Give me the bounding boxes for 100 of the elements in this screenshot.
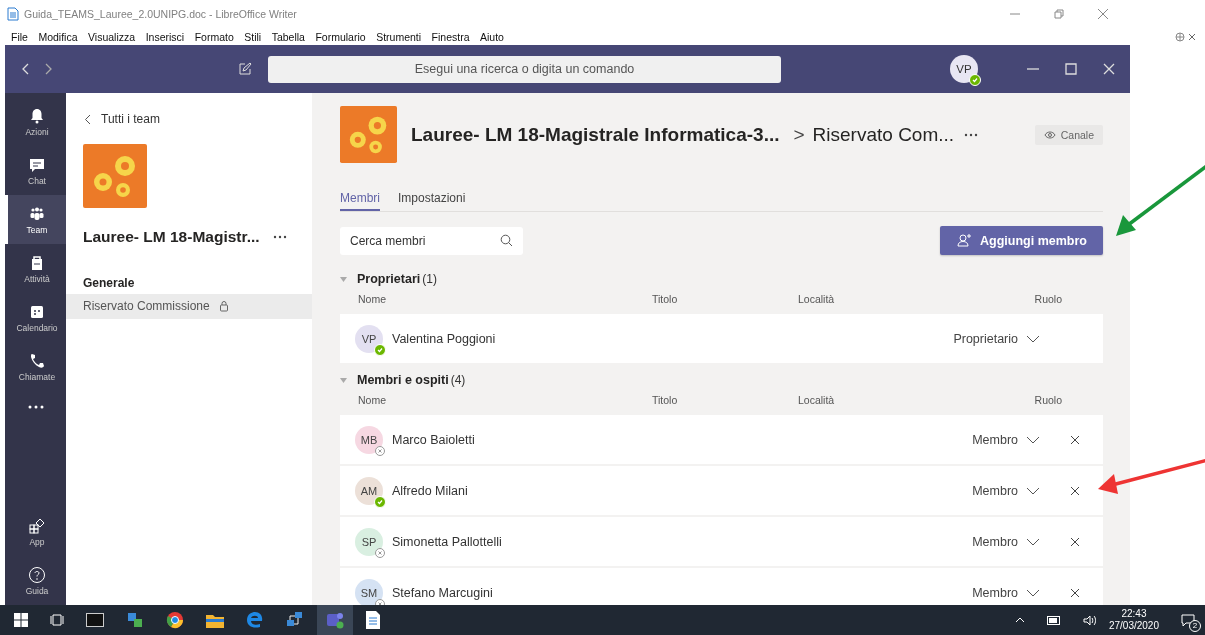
chat-app-icon[interactable] <box>326 611 344 629</box>
group-title: Proprietari <box>357 272 421 286</box>
rail-item[interactable]: Azioni <box>5 97 66 146</box>
menu-item[interactable]: Stili <box>244 30 262 43</box>
phone-icon <box>28 351 46 370</box>
menu-item[interactable]: Tabella <box>271 30 305 43</box>
volume-icon[interactable] <box>1082 614 1097 626</box>
menu-item[interactable]: Strumenti <box>376 30 422 43</box>
channel-view-button[interactable]: Canale <box>1034 124 1103 145</box>
menu-item[interactable]: Finestra <box>431 30 470 43</box>
column-header: Ruolo <box>1034 394 1062 406</box>
role-dropdown[interactable]: Membro <box>972 432 1040 447</box>
search-field[interactable]: Esegui una ricerca o digita un comando <box>268 55 781 83</box>
role-dropdown[interactable]: Membro <box>972 534 1040 549</box>
column-header: Ruolo <box>1034 293 1062 305</box>
member-row[interactable]: SM Stefano Marcugini Membro <box>340 568 1103 605</box>
member-avatar: SM <box>355 578 383 605</box>
rail-item[interactable]: Attività <box>5 244 66 293</box>
member-row[interactable]: AM Alfredo Milani Membro <box>340 466 1103 515</box>
window-title: Guida_TEAMS_Lauree_2.0UNIPG.doc - LibreOffice Writer <box>24 8 297 20</box>
maximize-icon[interactable] <box>1064 62 1078 76</box>
column-header: Località <box>798 293 836 305</box>
channel-item[interactable]: Riservato Commissione <box>66 294 312 319</box>
browser-icon[interactable] <box>166 611 184 629</box>
help-icon <box>28 565 46 584</box>
app-icon[interactable] <box>126 611 144 629</box>
group-title: Membri e ospiti <box>357 373 449 387</box>
task-view-icon[interactable] <box>50 613 64 627</box>
rail-item[interactable]: Chat <box>5 146 66 195</box>
document-icon[interactable] <box>366 611 380 629</box>
menu-item[interactable]: Modifica <box>38 30 78 43</box>
chevron-down-icon <box>1026 334 1040 343</box>
add-person-icon <box>957 234 973 247</box>
member-name: Valentina Poggioni <box>392 331 496 346</box>
profile-avatar[interactable]: VP <box>950 55 978 83</box>
rail-item[interactable]: Chiamate <box>5 342 66 391</box>
group-count: (4) <box>450 373 466 387</box>
team-logo <box>340 106 397 163</box>
more-icon[interactable] <box>26 405 45 409</box>
column-header: Nome <box>358 293 387 305</box>
remove-icon[interactable] <box>1070 536 1080 547</box>
team-name: Lauree- LM 18-Magistr... <box>83 228 260 246</box>
close-icon[interactable] <box>1189 33 1195 40</box>
search-icon <box>500 234 513 247</box>
remove-icon[interactable] <box>1070 587 1080 598</box>
remove-icon[interactable] <box>1070 485 1080 496</box>
chevron-down-icon <box>1026 588 1040 597</box>
chevron-left-icon <box>84 113 91 125</box>
role-dropdown[interactable]: Proprietario <box>953 331 1040 346</box>
menu-item[interactable]: Aiuto <box>480 30 504 43</box>
member-row[interactable]: VP Valentina Poggioni Proprietario <box>340 314 1103 363</box>
breadcrumb-separator: > <box>793 123 805 146</box>
chevron-down-icon <box>1026 435 1040 444</box>
rail-item[interactable]: Calendario <box>5 293 66 342</box>
menu-item[interactable]: Formato <box>194 30 234 43</box>
chevron-up-icon[interactable] <box>1014 617 1025 623</box>
rail-item[interactable]: Guida <box>5 556 66 605</box>
rail-item[interactable]: App <box>5 507 66 556</box>
network-icon[interactable] <box>286 611 304 629</box>
tab[interactable]: Membri <box>340 191 380 211</box>
team-logo <box>83 144 147 208</box>
notification-icon[interactable] <box>1181 613 1195 627</box>
more-icon[interactable] <box>964 132 979 137</box>
more-icon[interactable] <box>272 235 287 239</box>
terminal-icon[interactable] <box>86 613 104 627</box>
battery-icon[interactable] <box>1046 615 1061 625</box>
start-icon[interactable] <box>14 613 28 627</box>
role-dropdown[interactable]: Membro <box>972 585 1040 600</box>
globe-icon[interactable] <box>1174 31 1185 42</box>
search-field[interactable]: Cerca membri <box>340 226 523 255</box>
role-dropdown[interactable]: Membro <box>972 483 1040 498</box>
column-header: Località <box>798 394 836 406</box>
column-header: Titolo <box>652 394 679 406</box>
tab[interactable]: Impostazioni <box>398 191 466 211</box>
member-name: Simonetta Pallottelli <box>392 534 502 549</box>
eye-icon <box>1043 130 1056 139</box>
menu-item[interactable]: File <box>11 30 28 43</box>
bell-icon <box>28 106 46 125</box>
member-name: Marco Baioletti <box>392 432 475 447</box>
count-badge: 2 <box>1189 619 1201 632</box>
close-icon[interactable] <box>1097 8 1109 20</box>
document-icon <box>7 7 19 21</box>
compose-icon[interactable] <box>238 62 252 76</box>
chevron-down-icon <box>1026 537 1040 546</box>
forward-icon[interactable] <box>45 63 53 75</box>
menu-item[interactable]: Formulario <box>315 30 366 43</box>
add-member-button[interactable]: Aggiungi membro <box>940 226 1103 255</box>
clock[interactable]: 22:43 27/03/2020 <box>1108 608 1159 632</box>
back-link[interactable]: Tutti i team <box>84 112 312 126</box>
member-row[interactable]: MB Marco Baioletti Membro <box>340 415 1103 464</box>
member-row[interactable]: SP Simonetta Pallottelli Membro <box>340 517 1103 566</box>
back-icon[interactable] <box>21 63 29 75</box>
member-name: Stefano Marcugini <box>392 585 493 600</box>
chevron-down-icon <box>1026 486 1040 495</box>
menu-item[interactable]: Inserisci <box>145 30 185 43</box>
rail-item[interactable]: Team <box>5 195 66 244</box>
column-header: Nome <box>358 394 387 406</box>
folder-icon[interactable] <box>206 612 224 628</box>
menu-item[interactable]: Visualizza <box>88 30 136 43</box>
remove-icon[interactable] <box>1070 434 1080 445</box>
